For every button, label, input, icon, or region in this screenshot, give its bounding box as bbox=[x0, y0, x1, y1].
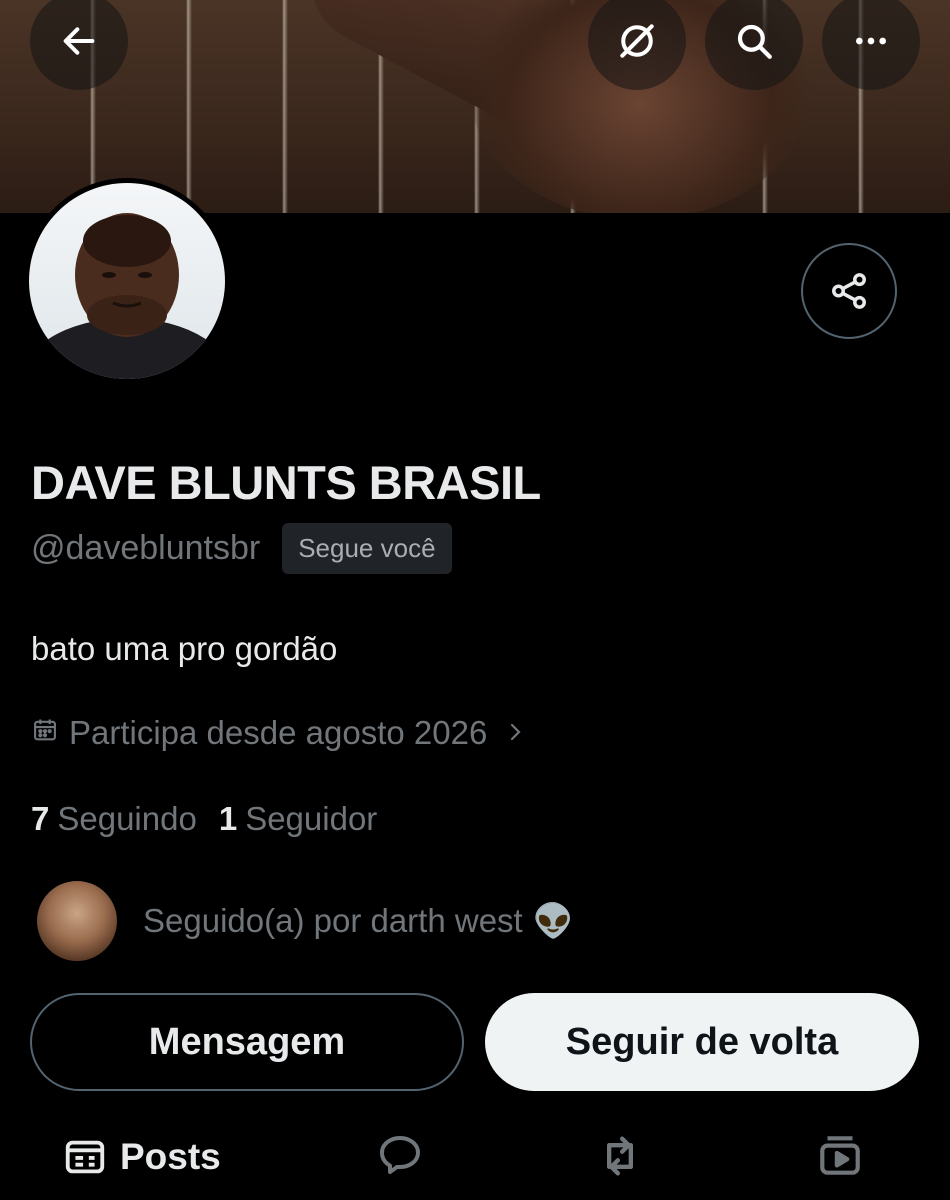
profile-tabs: Posts bbox=[0, 1120, 950, 1200]
tab-posts-label: Posts bbox=[120, 1136, 221, 1177]
following-stat[interactable]: 7 Seguindo bbox=[31, 800, 197, 838]
alien-emoji: 👽 bbox=[532, 901, 574, 939]
followed-by-row[interactable]: Seguido(a) por darth west 👽 bbox=[35, 879, 574, 963]
share-icon bbox=[832, 273, 866, 309]
profile-avatar[interactable] bbox=[24, 178, 230, 384]
message-button[interactable]: Mensagem bbox=[30, 993, 464, 1091]
arrow-left-icon bbox=[63, 27, 95, 55]
follower-avatar bbox=[35, 879, 119, 963]
joined-date[interactable]: Participa desde agosto 2026 bbox=[31, 714, 527, 752]
joined-date-label: Participa desde agosto 2026 bbox=[69, 714, 488, 751]
following-label: Seguindo bbox=[57, 800, 197, 837]
handle-row: @davebluntsbr Segue você bbox=[31, 523, 452, 574]
followed-by-label: Seguido(a) por darth west bbox=[143, 902, 523, 939]
share-profile-button[interactable] bbox=[801, 243, 897, 339]
avatar-portrait bbox=[29, 213, 225, 379]
chevron-right-icon bbox=[503, 714, 527, 752]
tab-replies[interactable] bbox=[376, 1130, 424, 1178]
followed-by-text: Seguido(a) por darth west 👽 bbox=[143, 902, 574, 941]
followers-stat[interactable]: 1 Seguidor bbox=[219, 800, 377, 838]
repost-icon bbox=[607, 1136, 633, 1176]
profile-bio: bato uma pro gordão bbox=[31, 630, 338, 667]
profile-display-name: DAVE BLUNTS BRASIL bbox=[31, 456, 541, 509]
tab-media[interactable] bbox=[815, 1130, 865, 1180]
search-icon bbox=[737, 24, 772, 59]
follow-stats: 7 Seguindo 1 Seguidor bbox=[31, 800, 377, 838]
tab-reposts[interactable] bbox=[594, 1130, 646, 1182]
follows-you-badge: Segue você bbox=[282, 523, 452, 574]
reply-icon bbox=[380, 1136, 420, 1174]
followers-label: Seguidor bbox=[245, 800, 378, 837]
followers-count: 1 bbox=[218, 800, 238, 837]
following-count: 7 bbox=[31, 800, 50, 837]
media-play-icon bbox=[820, 1136, 860, 1175]
avatar-photo bbox=[29, 183, 225, 379]
posts-icon bbox=[65, 1140, 105, 1174]
tab-posts[interactable]: Posts bbox=[62, 1134, 221, 1180]
more-horizontal-icon bbox=[856, 37, 886, 45]
profile-handle: @davebluntsbr bbox=[31, 529, 261, 567]
calendar-icon bbox=[31, 714, 59, 752]
grok-slash-icon bbox=[620, 24, 654, 58]
follow-back-button[interactable]: Seguir de volta bbox=[485, 993, 919, 1091]
